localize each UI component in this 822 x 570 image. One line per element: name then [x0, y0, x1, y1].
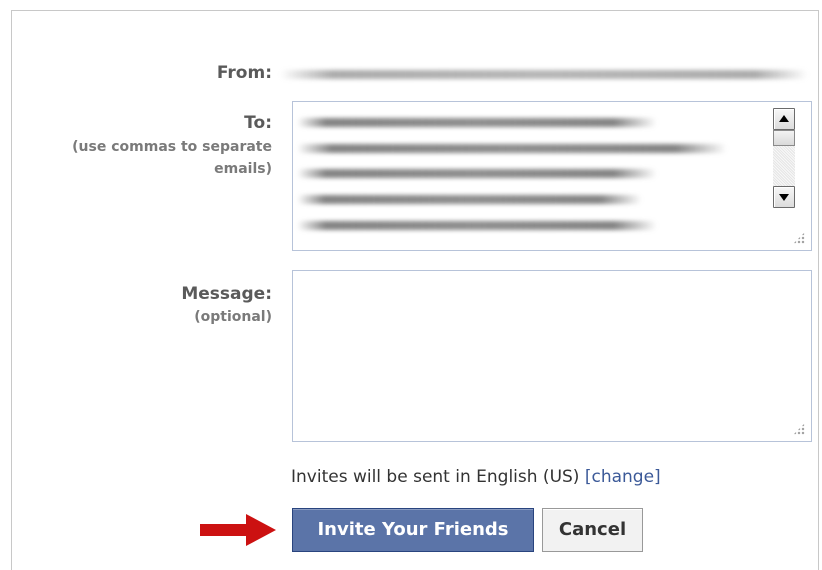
red-arrow-icon	[200, 514, 276, 546]
resize-grip-icon[interactable]	[793, 232, 805, 244]
scroll-up-button[interactable]	[773, 108, 795, 130]
down-arrow-icon	[779, 194, 789, 201]
up-arrow-icon	[779, 115, 789, 122]
invite-friends-button[interactable]: Invite Your Friends	[292, 508, 534, 552]
from-email-redacted	[280, 66, 810, 82]
change-language-link[interactable]: [change]	[585, 467, 661, 487]
to-label: To:	[244, 113, 272, 133]
resize-grip-icon[interactable]	[793, 423, 805, 435]
language-notice: Invites will be sent in English (US) [ch…	[291, 467, 661, 487]
language-notice-text: Invites will be sent in English (US)	[291, 467, 580, 487]
message-label: Message:	[181, 284, 272, 304]
cancel-button[interactable]: Cancel	[542, 508, 643, 552]
scrollbar-thumb[interactable]	[773, 130, 795, 146]
scroll-down-button[interactable]	[773, 186, 795, 208]
to-hint: (use commas to separate emails)	[72, 139, 272, 177]
to-email-field[interactable]	[292, 101, 812, 251]
from-label: From:	[216, 63, 272, 83]
to-field-scrollbar[interactable]	[773, 108, 795, 208]
message-hint: (optional)	[194, 309, 272, 325]
message-field[interactable]	[292, 270, 812, 442]
